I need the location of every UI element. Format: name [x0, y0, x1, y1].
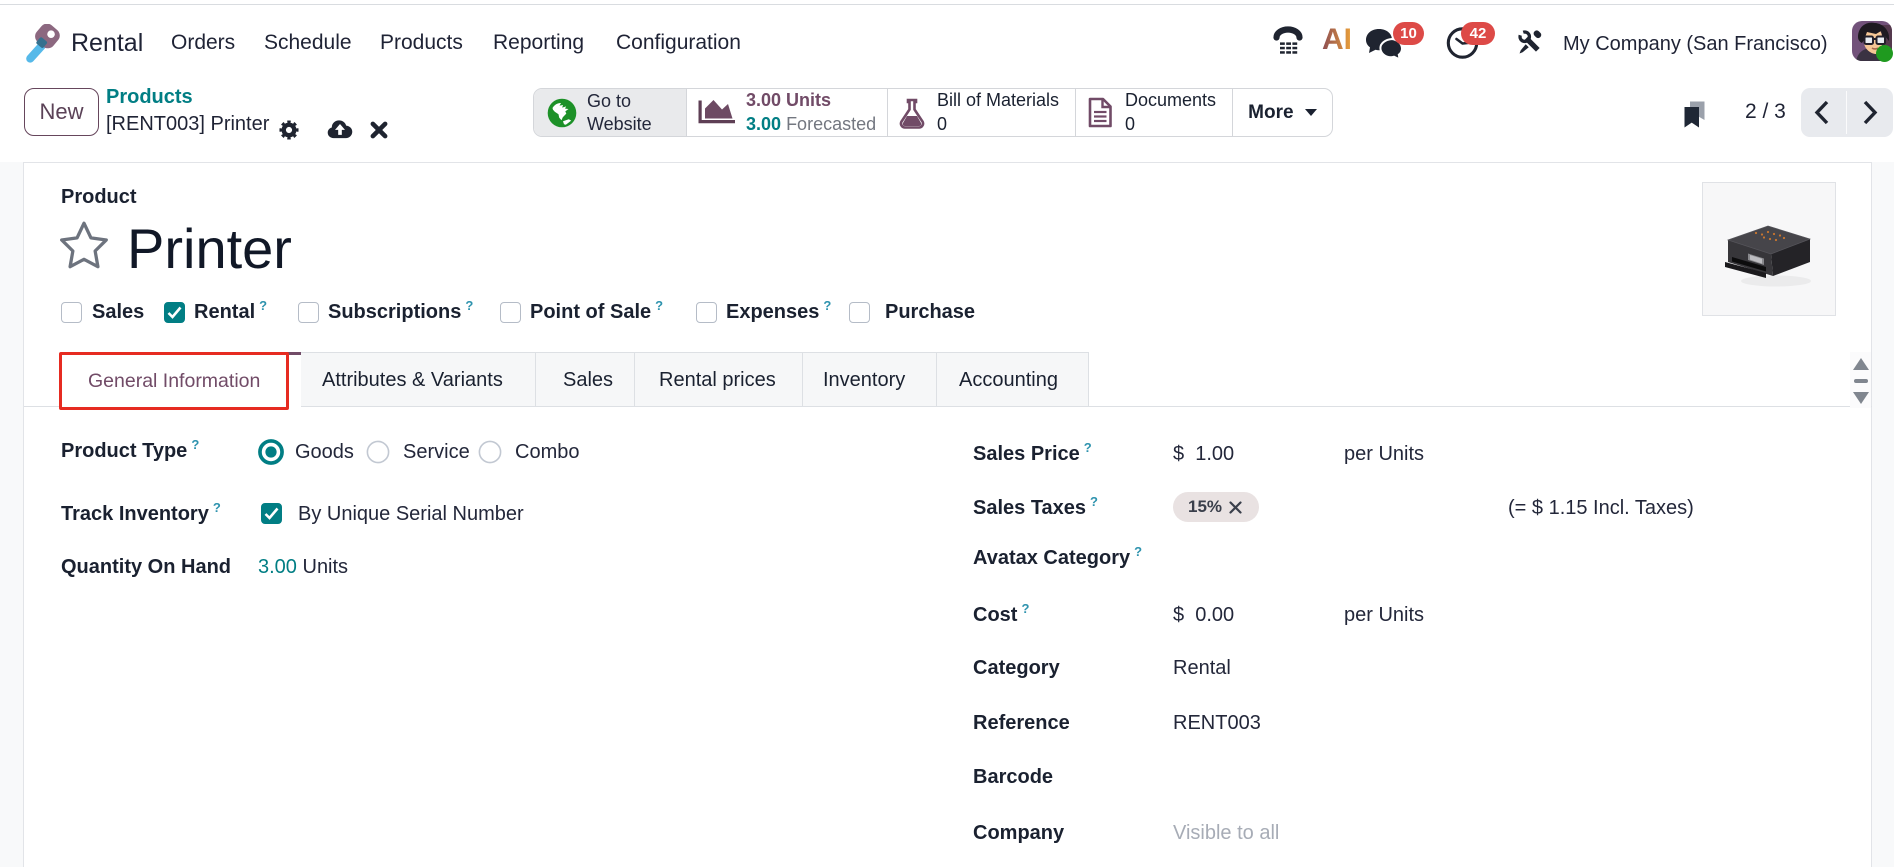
svg-text:AI: AI	[1322, 24, 1352, 56]
